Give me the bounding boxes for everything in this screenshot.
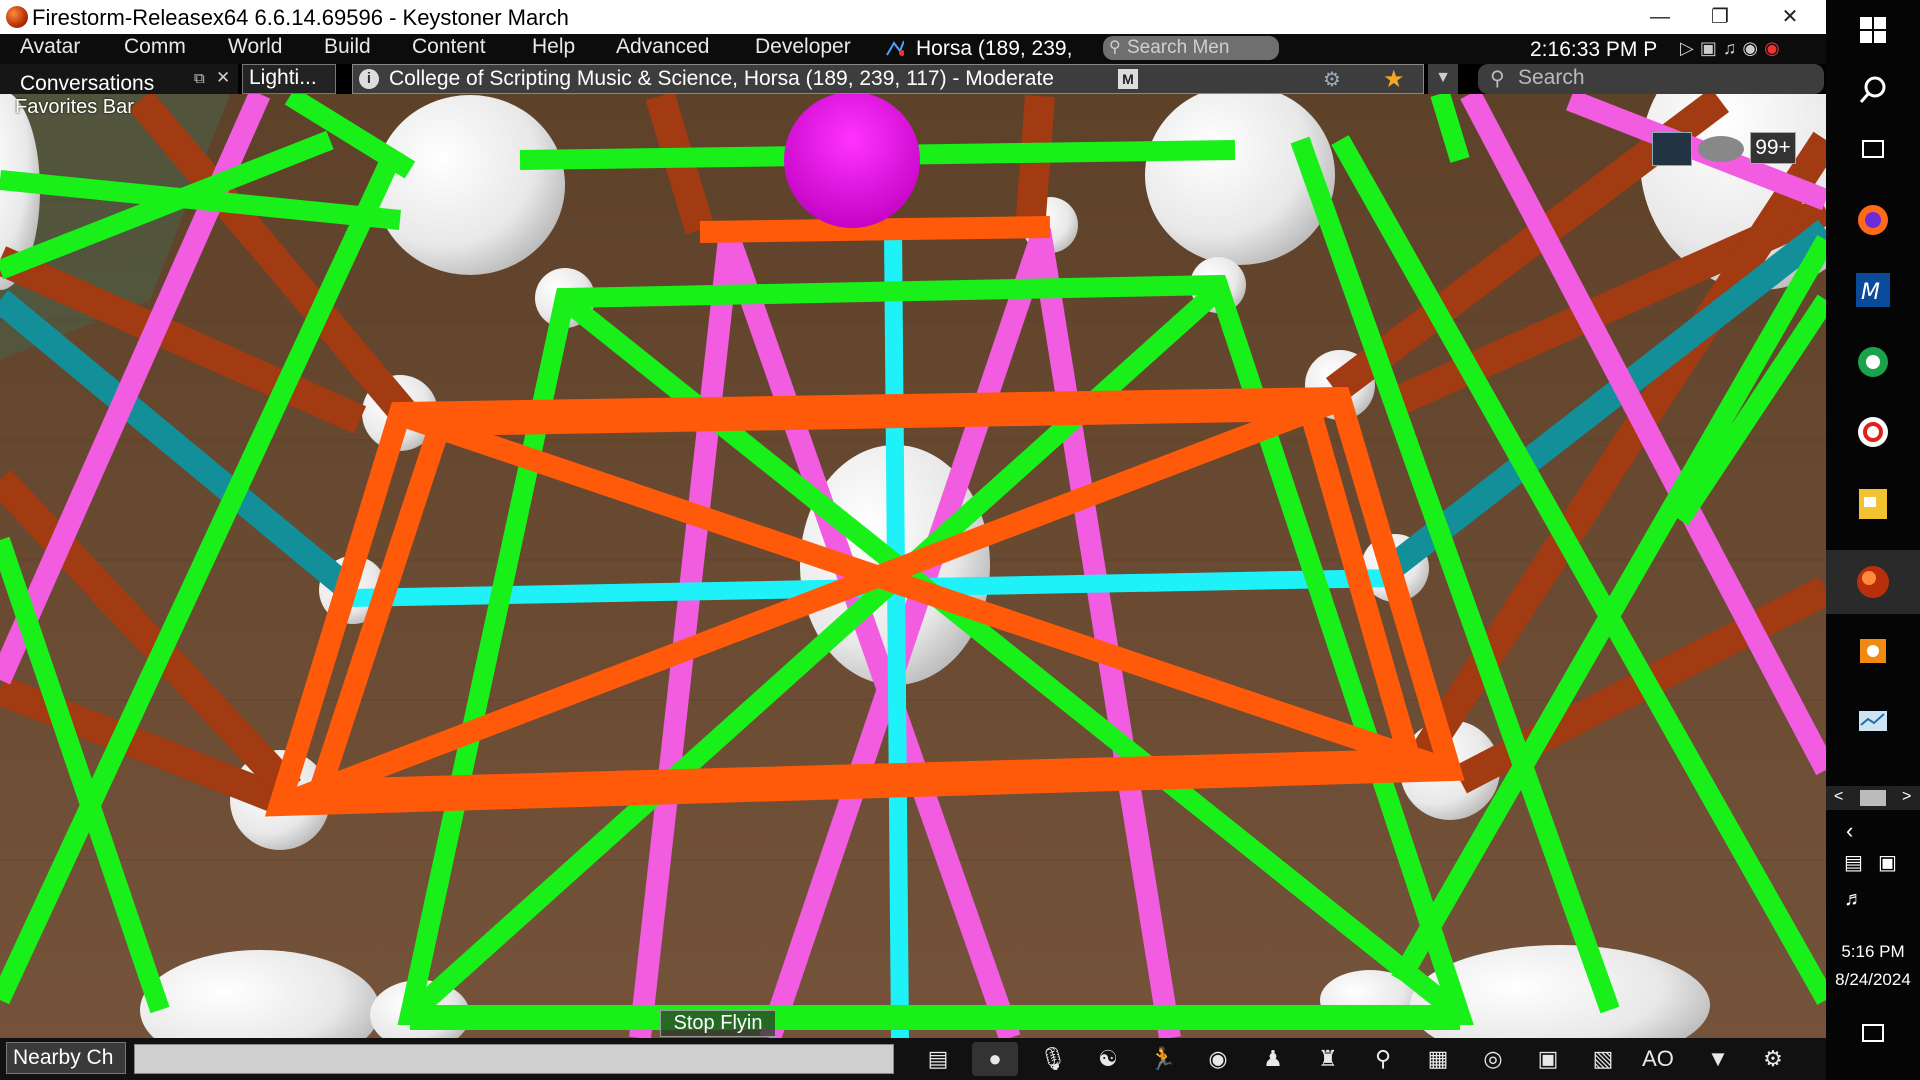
status-icons: ▷▣♫◉◉ [1680, 38, 1786, 59]
scroll-left-icon[interactable]: < [1834, 788, 1843, 806]
location-text[interactable]: Horsa (189, 239, [916, 37, 1072, 61]
show-hidden-icon[interactable]: ‹ [1846, 818, 1853, 844]
inventory-icon[interactable]: ▧ [1580, 1042, 1626, 1076]
microphone-icon[interactable]: 🎙 [1030, 1042, 1076, 1076]
taskbar-scroll[interactable]: < > [1826, 786, 1920, 810]
menu-bar: Avatar Comm World Build Content Help Adv… [0, 34, 1826, 64]
settings-icon[interactable]: ⚙ [1750, 1042, 1796, 1076]
notifications-badge[interactable]: 99+ [1750, 132, 1796, 164]
bottom-toolbar: Nearby Ch ▤ ● 🎙 ☯ 🏃 ◉ ♟ ♜ ⚲ ▦ ◎ ▣ ▧ AO ▼… [0, 1038, 1826, 1080]
search-input[interactable]: ⚲ Search [1478, 64, 1824, 94]
conversations-tab[interactable]: Conversations ⧉ ✕ [0, 64, 238, 95]
radar-icon[interactable]: ◎ [1470, 1042, 1516, 1076]
volume-icon[interactable]: ♬ [1844, 888, 1864, 911]
firestorm-taskbar-icon[interactable] [1826, 550, 1920, 614]
location-icon [886, 40, 904, 56]
chevron-down-icon: ▼ [1435, 69, 1451, 86]
conversations-label: Conversations [20, 72, 155, 95]
menu-advanced[interactable]: Advanced [616, 35, 709, 59]
favorite-star-icon[interactable]: ★ [1383, 65, 1405, 94]
display-icon[interactable]: ▣ [1878, 850, 1897, 875]
magenta-sphere[interactable] [784, 94, 920, 228]
move-icon[interactable]: 🏃 [1140, 1042, 1186, 1076]
music-icon[interactable]: ♫ [1723, 38, 1743, 58]
sl-clock: 2:16:33 PM P [1530, 38, 1658, 61]
window-title: Firestorm-Releasex64 6.6.14.69596 - Keys… [32, 5, 569, 30]
app-orange-icon[interactable] [1849, 626, 1897, 674]
help-icon[interactable]: ▤ [915, 1042, 961, 1076]
stop-flying-button[interactable]: Stop Flyin [660, 1010, 776, 1037]
map-icon[interactable]: ▦ [1415, 1042, 1461, 1076]
search-menus-placeholder: Search Men [1127, 37, 1230, 58]
firestorm-app-icon [6, 6, 28, 28]
location-address-bar[interactable]: i College of Scripting Music & Science, … [352, 64, 1424, 94]
search-icon[interactable]: ⚲ [1360, 1042, 1406, 1076]
close-button[interactable]: ✕ [1760, 0, 1820, 34]
app-network-icon[interactable] [1849, 698, 1897, 746]
navigation-bar: Conversations ⧉ ✕ Lighti... i College of… [0, 64, 1826, 95]
app-m-icon[interactable]: M [1849, 266, 1897, 314]
menu-build[interactable]: Build [324, 35, 371, 59]
minimize-button[interactable]: — [1630, 0, 1690, 34]
media-icon[interactable]: ▷ [1680, 38, 1700, 58]
volume-muted-icon[interactable]: ◉ [1764, 38, 1786, 58]
ao-button[interactable]: AO [1635, 1042, 1681, 1076]
menu-comm[interactable]: Comm [124, 35, 186, 59]
3d-world-viewport[interactable] [0, 94, 1826, 1038]
menu-avatar[interactable]: Avatar [20, 35, 80, 59]
undock-icon[interactable]: ⧉ [194, 70, 205, 87]
search-icon: ⚲ [1490, 68, 1505, 90]
task-view-icon[interactable] [1849, 126, 1897, 174]
taskbar-time[interactable]: 5:16 PM [1826, 942, 1920, 962]
headphones-icon[interactable]: ☯ [1085, 1042, 1131, 1076]
app-yellow-icon[interactable] [1849, 480, 1897, 528]
menu-help[interactable]: Help [532, 35, 575, 59]
lighting-tab-label: Lighti... [249, 66, 317, 89]
menu-content[interactable]: Content [412, 35, 486, 59]
monitor-icon[interactable]: ▣ [1700, 38, 1723, 58]
search-icon: ⚲ [1109, 39, 1121, 56]
hud-monitor-icon[interactable] [1652, 132, 1692, 166]
search-icon[interactable] [1849, 66, 1897, 114]
app-red-a-icon[interactable] [1849, 408, 1897, 456]
chat-input[interactable] [134, 1044, 894, 1074]
svg-text:M: M [1861, 280, 1880, 305]
scene-render [0, 94, 1826, 1038]
scroll-right-icon[interactable]: > [1902, 788, 1911, 806]
scroll-thumb[interactable] [1860, 790, 1886, 806]
windows-start-icon[interactable] [1849, 6, 1897, 54]
parcel-restrictions-icon[interactable]: ⚙ [1323, 67, 1341, 92]
window-titlebar: Firestorm-Releasex64 6.6.14.69596 - Keys… [0, 0, 1826, 34]
windows-taskbar: M < > ‹ ▤ ▣ ♬ 5:16 PM 8/24/2024 [1826, 0, 1920, 1080]
close-icon[interactable]: ✕ [216, 68, 230, 88]
hud-bubble-icon[interactable] [1698, 136, 1744, 162]
camera-view-icon[interactable]: ◉ [1195, 1042, 1241, 1076]
search-placeholder: Search [1518, 66, 1585, 89]
info-icon[interactable]: i [359, 69, 379, 89]
menu-world[interactable]: World [228, 35, 282, 59]
app-green-swirl-icon[interactable] [1849, 338, 1897, 386]
nearby-chat-button[interactable]: Nearby Ch [6, 1042, 126, 1074]
lighting-tab[interactable]: Lighti... [242, 64, 336, 94]
appearance-icon[interactable]: ♜ [1305, 1042, 1351, 1076]
restore-button[interactable]: ❐ [1690, 0, 1750, 34]
snapshot-icon[interactable]: ▣ [1525, 1042, 1571, 1076]
people-icon[interactable]: ♟ [1250, 1042, 1296, 1076]
maturity-badge: M [1118, 69, 1138, 89]
action-center-icon[interactable] [1862, 1024, 1884, 1042]
location-pin-icon[interactable]: ▼ [1695, 1042, 1741, 1076]
address-text[interactable]: College of Scripting Music & Science, Ho… [389, 67, 1054, 91]
location-history-dropdown[interactable]: ▼ [1428, 64, 1458, 94]
firefox-icon[interactable] [1849, 196, 1897, 244]
search-menus-input[interactable]: ⚲ Search Men [1103, 36, 1279, 60]
menu-developer[interactable]: Developer [755, 35, 851, 59]
favorites-bar[interactable]: Favorites Bar [15, 96, 134, 119]
camera-icon[interactable]: ◉ [1742, 38, 1764, 58]
taskbar-date[interactable]: 8/24/2024 [1826, 970, 1920, 990]
network-icon[interactable]: ▤ [1844, 850, 1863, 875]
chat-bubble-icon[interactable]: ● [972, 1042, 1018, 1076]
